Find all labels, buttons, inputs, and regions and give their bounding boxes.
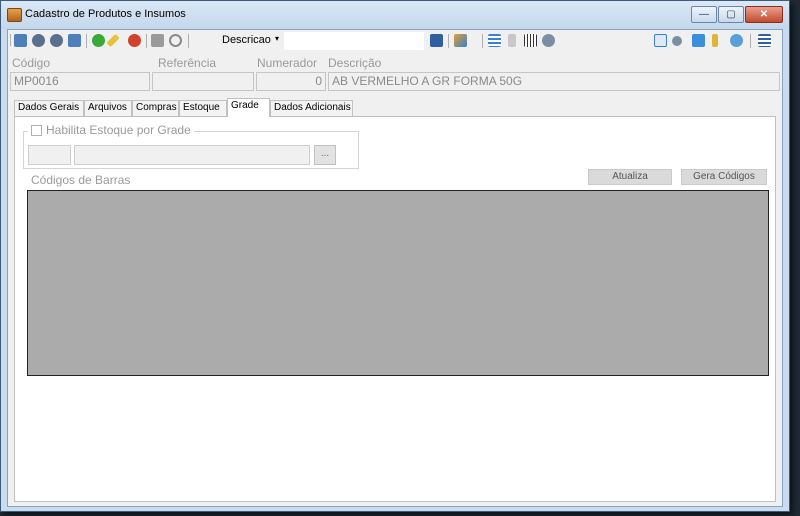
toolbar-separator xyxy=(188,34,189,48)
search-input[interactable] xyxy=(284,32,424,50)
toolbar: Descricao ▾ xyxy=(8,30,782,52)
tab-estoque[interactable]: Estoque xyxy=(179,100,227,116)
descricao-field[interactable]: AB VERMELHO A GR FORMA 50G xyxy=(328,72,780,91)
main-window: Cadastro de Produtos e Insumos — ▢ ✕ Des… xyxy=(0,0,790,512)
close-button[interactable]: ✕ xyxy=(745,6,783,23)
chevron-down-icon[interactable]: ▾ xyxy=(275,34,279,43)
undo-icon[interactable] xyxy=(169,34,182,47)
habilita-grade-checkbox[interactable] xyxy=(31,124,42,136)
tab-grade[interactable]: Grade xyxy=(227,98,270,117)
last-record-icon[interactable] xyxy=(68,34,81,47)
minimize-button[interactable]: — xyxy=(691,6,717,23)
numerador-label: Numerador xyxy=(257,56,318,70)
filter-icon[interactable] xyxy=(712,34,718,47)
refresh-icon[interactable] xyxy=(692,34,705,47)
title-bar[interactable]: Cadastro de Produtos e Insumos — ▢ ✕ xyxy=(1,1,789,29)
tab-panel-grade: Habilita Estoque por Grade ... Códigos d… xyxy=(14,116,776,502)
menu-icon[interactable] xyxy=(758,34,771,47)
previous-record-icon[interactable] xyxy=(32,34,45,47)
export-icon[interactable] xyxy=(430,34,443,47)
save-icon[interactable] xyxy=(151,34,164,47)
referencia-field[interactable] xyxy=(152,72,254,91)
edit-icon[interactable] xyxy=(106,33,120,48)
report-icon[interactable] xyxy=(508,34,516,47)
numerador-field[interactable]: 0 xyxy=(256,72,326,91)
settings-icon[interactable] xyxy=(672,36,682,46)
user-icon[interactable] xyxy=(730,34,743,47)
maximize-button[interactable]: ▢ xyxy=(718,6,744,23)
atualiza-button[interactable]: Atualiza xyxy=(588,169,672,185)
window-title: Cadastro de Produtos e Insumos xyxy=(25,8,186,20)
barcodes-grid[interactable] xyxy=(27,190,769,376)
toolbar-separator xyxy=(146,34,147,48)
add-icon[interactable] xyxy=(92,34,105,47)
grade-name-input[interactable] xyxy=(74,145,310,165)
delete-icon[interactable] xyxy=(128,34,141,47)
tab-arquivos[interactable]: Arquivos xyxy=(84,100,132,116)
window-icon[interactable] xyxy=(654,34,667,47)
habilita-grade-label: Habilita Estoque por Grade xyxy=(46,123,191,137)
tools-icon[interactable] xyxy=(542,34,555,47)
codigo-field[interactable]: MP0016 xyxy=(10,72,150,91)
habilita-grade-group: Habilita Estoque por Grade ... xyxy=(23,123,359,169)
referencia-label: Referência xyxy=(158,56,217,70)
gera-codigos-button[interactable]: Gera Códigos xyxy=(681,169,767,185)
toolbar-grip xyxy=(10,34,11,46)
chart-icon[interactable] xyxy=(454,34,467,47)
toolbar-separator xyxy=(482,34,483,48)
toolbar-separator xyxy=(86,34,87,48)
next-record-icon[interactable] xyxy=(50,34,63,47)
grade-lookup-button[interactable]: ... xyxy=(314,145,336,165)
toolbar-separator xyxy=(448,34,449,48)
descricao-label: Descrição xyxy=(328,56,382,70)
tab-dados-gerais[interactable]: Dados Gerais xyxy=(14,100,84,116)
tab-dados-adicionais[interactable]: Dados Adicionais xyxy=(270,100,353,116)
barcode-icon[interactable] xyxy=(524,34,537,47)
client-area: Descricao ▾ Código MP0016 Referência Num… xyxy=(7,29,783,507)
toolbar-separator xyxy=(750,34,751,48)
codigo-label: Código xyxy=(12,56,51,70)
tab-compras[interactable]: Compras xyxy=(132,100,179,116)
list-icon[interactable] xyxy=(488,34,501,47)
codigos-barras-label: Códigos de Barras xyxy=(31,173,131,187)
sort-field-dropdown[interactable]: Descricao xyxy=(222,34,271,46)
first-record-icon[interactable] xyxy=(14,34,27,47)
app-box-icon xyxy=(7,8,22,22)
grade-code-input[interactable] xyxy=(28,145,71,165)
